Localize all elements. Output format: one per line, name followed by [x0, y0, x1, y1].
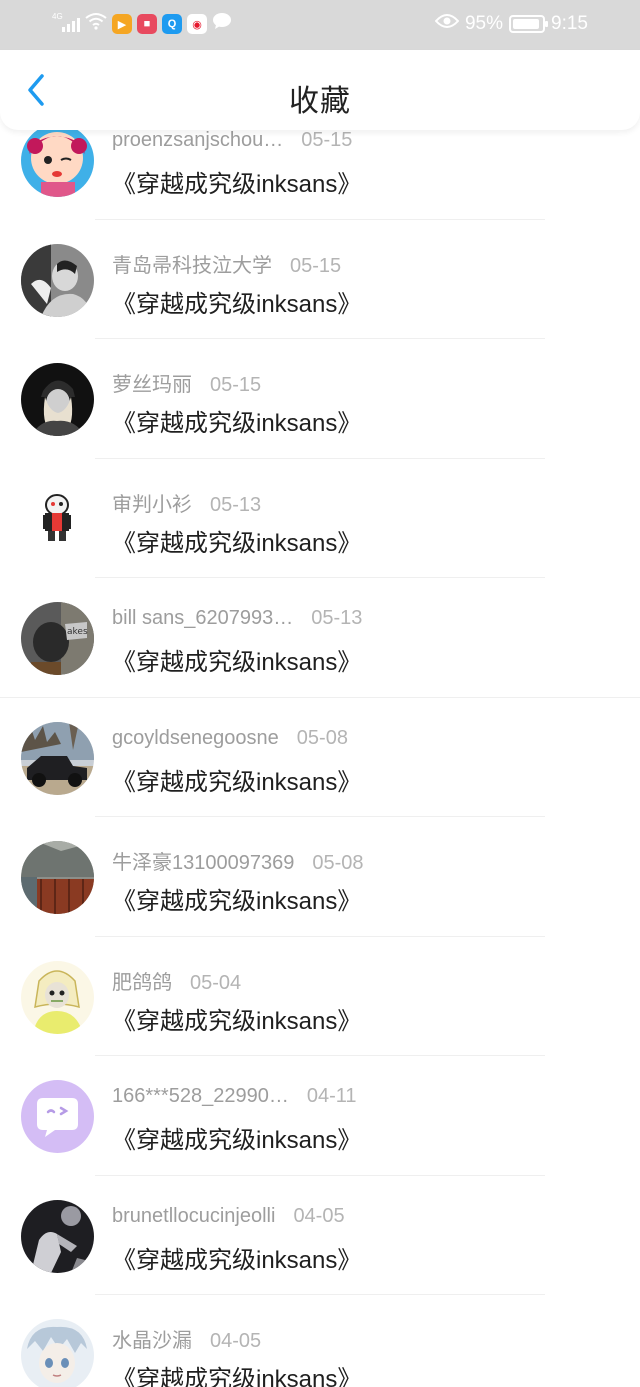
status-bar: 4G ▶ ■ Q ◉ 95% 9:15: [0, 0, 640, 50]
video-app-icon: ▶: [112, 14, 132, 34]
list-item[interactable]: 青岛帚科技泣大学 05-15 《穿越成究级inksans》: [0, 220, 640, 339]
item-title[interactable]: 《穿越成究级inksans》: [112, 403, 361, 438]
item-date: 05-04: [190, 971, 242, 994]
avatar[interactable]: [21, 960, 94, 1034]
item-title[interactable]: 《穿越成究级inksans》: [112, 164, 361, 199]
status-right: 95% 9:15: [434, 12, 588, 36]
username[interactable]: brunetllocucinjeolli: [112, 1205, 275, 1227]
avatar[interactable]: [21, 1199, 94, 1273]
username[interactable]: proenzsanjschou…: [112, 129, 283, 151]
item-meta: proenzsanjschou… 05-15: [112, 129, 352, 152]
username[interactable]: 青岛帚科技泣大学: [112, 255, 272, 277]
list-item[interactable]: gcoyldsenegoosne 05-08 《穿越成究级inksans》: [0, 698, 640, 817]
search-app-icon: Q: [162, 14, 182, 34]
avatar[interactable]: [21, 841, 94, 914]
item-date: 05-15: [301, 129, 353, 151]
avatar[interactable]: [21, 363, 94, 436]
chat-bubble-icon: [212, 12, 232, 36]
item-date: 05-15: [210, 374, 262, 396]
username[interactable]: bill sans_6207993…: [112, 607, 293, 629]
weibo-app-icon: ◉: [187, 14, 207, 34]
username[interactable]: 肥鸽鸽: [112, 972, 172, 994]
username[interactable]: 萝丝玛丽: [112, 374, 192, 396]
item-date: 05-15: [290, 254, 342, 277]
item-date: 05-13: [210, 493, 262, 516]
item-date: 05-08: [312, 852, 364, 874]
list-item[interactable]: 水晶沙漏 04-05 《穿越成究级inksans》: [0, 1295, 640, 1387]
status-left: 4G ▶ ■ Q ◉: [52, 12, 232, 36]
list-item[interactable]: 萝丝玛丽 05-15 《穿越成究级inksans》: [0, 339, 640, 459]
item-title[interactable]: 《穿越成究级inksans》: [112, 1001, 361, 1036]
reader-app-icon: ■: [137, 14, 157, 34]
username[interactable]: 水晶沙漏: [112, 1330, 192, 1352]
item-meta: brunetllocucinjeolli 04-05: [112, 1205, 345, 1228]
eye-icon: [434, 13, 460, 35]
item-date: 04-05: [293, 1204, 345, 1227]
favorites-list: proenzsanjschou… 05-15 《穿越成究级inksans》 青岛帚…: [0, 100, 640, 1387]
list-item[interactable]: 牛泽豪13100097369 05-08 《穿越成究级inksans》: [0, 817, 640, 937]
item-title[interactable]: 《穿越成究级inksans》: [112, 284, 361, 319]
list-item[interactable]: brunetllocucinjeolli 04-05 《穿越成究级inksans》: [0, 1176, 640, 1295]
item-meta: 肥鸽鸽 05-04: [112, 966, 241, 995]
item-date: 05-13: [311, 607, 363, 629]
wifi-icon: [85, 12, 107, 36]
item-meta: 萝丝玛丽 05-15: [112, 368, 261, 397]
item-title[interactable]: 《穿越成究级inksans》: [112, 523, 361, 558]
item-meta: 166***528_22990… 04-11: [112, 1085, 357, 1108]
item-title[interactable]: 《穿越成究级inksans》: [112, 1240, 361, 1275]
list-item[interactable]: 肥鸽鸽 05-04 《穿越成究级inksans》: [0, 937, 640, 1056]
item-meta: 牛泽豪13100097369 05-08: [112, 846, 364, 875]
page-title: 收藏: [289, 85, 351, 118]
avatar[interactable]: [21, 1319, 94, 1387]
item-date: 04-11: [306, 1085, 357, 1107]
avatar[interactable]: [21, 482, 94, 556]
item-title[interactable]: 《穿越成究级inksans》: [112, 1120, 361, 1155]
item-meta: 审判小衫 05-13: [112, 488, 261, 517]
list-item[interactable]: akes bill sans_6207993… 05-13 《穿越成究级inksa…: [0, 578, 640, 698]
item-title[interactable]: 《穿越成究级inksans》: [112, 881, 361, 916]
username[interactable]: 166***528_22990…: [112, 1085, 289, 1107]
item-date: 05-08: [296, 726, 348, 749]
username[interactable]: 审判小衫: [112, 494, 192, 516]
avatar[interactable]: [21, 124, 94, 197]
item-title[interactable]: 《穿越成究级inksans》: [112, 762, 361, 797]
item-meta: 青岛帚科技泣大学 05-15: [112, 249, 341, 278]
item-meta: 水晶沙漏 04-05: [112, 1324, 261, 1353]
nav-bar: 收藏: [0, 50, 640, 130]
list-item[interactable]: 166***528_22990… 04-11 《穿越成究级inksans》: [0, 1056, 640, 1176]
item-title[interactable]: 《穿越成究级inksans》: [112, 642, 361, 677]
item-title[interactable]: 《穿越成究级inksans》: [112, 1359, 361, 1387]
username[interactable]: 牛泽豪13100097369: [112, 852, 294, 874]
battery-icon: [509, 15, 549, 33]
avatar[interactable]: [21, 243, 94, 317]
svg-text:akes: akes: [67, 627, 88, 637]
username[interactable]: gcoyldsenegoosne: [112, 727, 279, 749]
avatar[interactable]: [21, 721, 94, 795]
item-meta: gcoyldsenegoosne 05-08: [112, 727, 348, 750]
item-meta: bill sans_6207993… 05-13: [112, 607, 362, 630]
avatar[interactable]: akes: [21, 602, 94, 675]
battery-percent: 95%: [464, 13, 504, 34]
avatar[interactable]: [21, 1080, 94, 1153]
item-date: 04-05: [210, 1330, 262, 1352]
list-item[interactable]: 审判小衫 05-13 《穿越成究级inksans》: [0, 459, 640, 578]
signal-icon: 4G: [52, 12, 80, 32]
clock-time: 9:15: [551, 13, 588, 34]
